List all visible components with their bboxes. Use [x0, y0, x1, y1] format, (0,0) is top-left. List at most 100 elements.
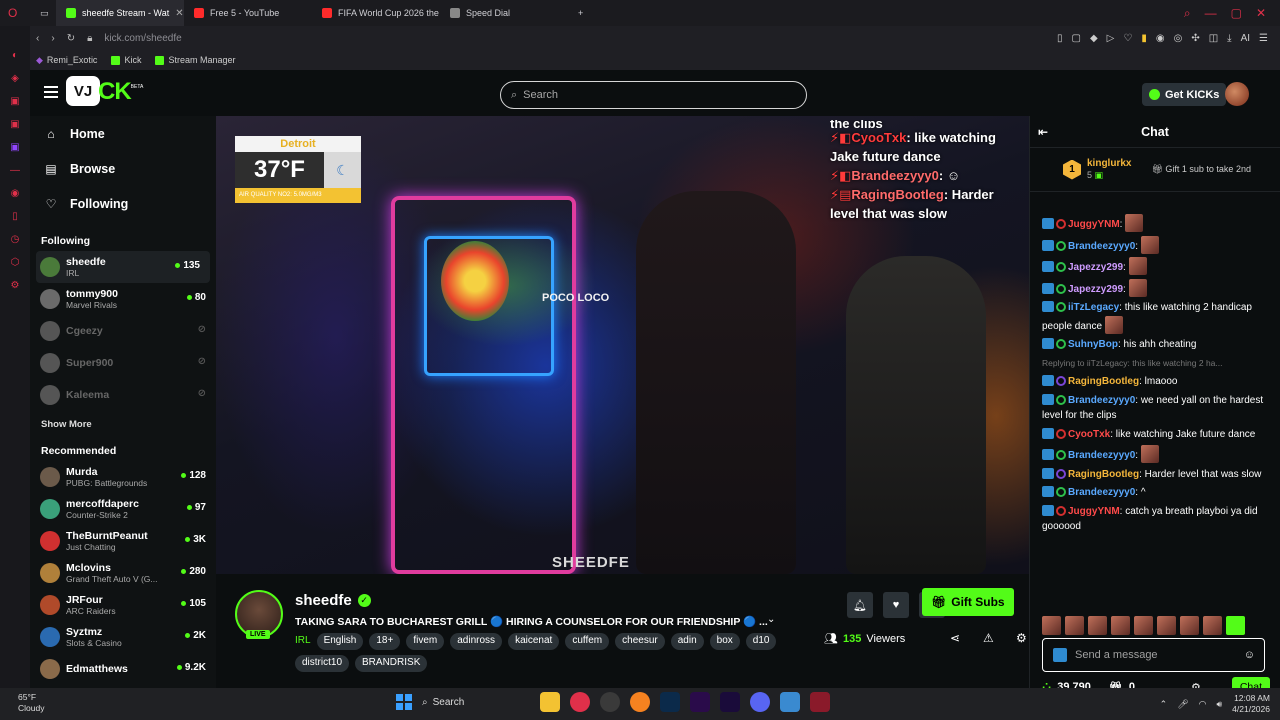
extensions-icon[interactable]: ⬡ [11, 257, 20, 268]
stream-tag[interactable]: kaicenat [508, 633, 560, 650]
report-icon[interactable]: ⚠ [983, 631, 994, 645]
chat-input[interactable]: Send a message ☺ [1042, 638, 1265, 672]
streamer-name[interactable]: sheedfe ✓ [295, 592, 371, 609]
show-more-button[interactable]: Show More [30, 411, 216, 437]
kick-logo[interactable]: VJ CK BETA [66, 76, 143, 106]
weather-widget[interactable]: 65°F Cloudy [18, 692, 44, 714]
history-icon[interactable]: ◷ [11, 234, 20, 245]
stream-tag[interactable]: fivem [406, 633, 445, 650]
chat-username[interactable]: Brandeezyyy0 [1068, 487, 1135, 498]
emote-icon[interactable] [1180, 616, 1199, 635]
menu-icon[interactable] [44, 86, 58, 98]
stream-tag[interactable]: 18+ [369, 633, 401, 650]
collapse-chat-icon[interactable]: ⇤ [1038, 125, 1048, 139]
premiere-icon[interactable] [690, 692, 710, 712]
shield-icon[interactable]: ◆ [1090, 33, 1098, 44]
chat-username[interactable]: RagingBootleg [1068, 376, 1139, 387]
stream-tag[interactable]: district10 [295, 655, 350, 672]
emote-icon[interactable] [1111, 616, 1130, 635]
player-icon[interactable]: ◉ [11, 188, 20, 199]
stream-tag[interactable]: adin [670, 633, 704, 650]
after-effects-icon[interactable] [720, 692, 740, 712]
bag-icon[interactable]: ◈ [11, 73, 19, 84]
forward-icon[interactable]: › [51, 33, 54, 44]
channel-item[interactable]: Mclovins Grand Theft Auto V (G... 280 [30, 557, 216, 589]
emoji-icon[interactable]: ☺ [1244, 649, 1255, 661]
stream-tag[interactable]: cheesur [615, 633, 665, 650]
emote-icon[interactable] [1065, 616, 1084, 635]
nav-browse[interactable]: ▤ Browse [30, 151, 216, 186]
messenger-icon[interactable]: ▣ [10, 96, 19, 107]
chat-username[interactable]: Brandeezyyy0 [1068, 450, 1135, 461]
app-icon[interactable] [780, 692, 800, 712]
heart-icon[interactable]: ♡ [1123, 33, 1132, 44]
channel-item[interactable]: sheedfe IRL 135 [36, 251, 210, 283]
mail-icon[interactable]: ▣ [10, 119, 19, 130]
taskbar-search[interactable]: ⌕ Search [422, 697, 530, 708]
bookmark-remi-exotic[interactable]: ◆ Remi_Exotic [36, 55, 97, 66]
video-player[interactable]: POCO LOCO Detroit 37°F ☾ AIR QUALITY NO2… [216, 116, 1029, 574]
chat-username[interactable]: Japezzy299 [1068, 284, 1123, 295]
wifi-icon[interactable]: ◠ [1199, 699, 1207, 710]
reload-icon[interactable]: ↻ [67, 33, 75, 44]
bookmark-icon[interactable]: ▯ [1057, 33, 1063, 44]
emote-icon[interactable] [1134, 616, 1153, 635]
stream-tag[interactable]: BRANDRISK [355, 655, 428, 672]
close-tab-icon[interactable]: ✕ [175, 8, 183, 19]
new-tab-button[interactable]: + [568, 0, 594, 26]
chat-username[interactable]: Brandeezyyy0 [1068, 395, 1135, 406]
extension-icon[interactable]: ◉ [1156, 33, 1165, 44]
gift-sub-cta[interactable]: 🎁︎ Gift 1 sub to take 2nd [1151, 164, 1251, 175]
minimize-icon[interactable]: — [1205, 6, 1217, 21]
nav-home[interactable]: ⌂ Home [30, 116, 216, 151]
channel-item[interactable]: JRFour ARC Raiders 105 [30, 589, 216, 621]
chevron-up-icon[interactable]: ⌃ [1160, 699, 1168, 710]
notification-button[interactable]: 🔔︎ [847, 592, 873, 618]
emote-icon[interactable] [1226, 616, 1245, 635]
nav-following[interactable]: ♡ Following [30, 186, 216, 221]
stream-tag[interactable]: English [316, 633, 364, 650]
back-icon[interactable]: ‹ [36, 33, 39, 44]
channel-item[interactable]: Super900 ⊘ [30, 347, 216, 379]
emote-icon[interactable] [1088, 616, 1107, 635]
share-icon[interactable]: ⋖ [950, 631, 960, 645]
get-kicks-button[interactable]: Get KICKs [1142, 83, 1227, 106]
chat-username[interactable]: CyooTxk [1068, 429, 1110, 440]
bookmark-kick[interactable]: Kick [111, 55, 141, 65]
discord-icon[interactable] [750, 692, 770, 712]
download-icon[interactable]: ⤓ [1227, 33, 1231, 44]
tab-youtube[interactable]: Free 5 - YouTube [184, 0, 312, 26]
opera-icon[interactable] [570, 692, 590, 712]
url-field[interactable]: kick.com/sheedfe [104, 33, 181, 44]
opera-logo[interactable]: O [0, 0, 30, 26]
speed-dial-icon[interactable]: ◐ [12, 50, 18, 61]
file-explorer-icon[interactable] [540, 692, 560, 712]
mic-icon[interactable]: 🎤︎ [1177, 699, 1188, 710]
channel-item[interactable]: Edmatthews 9.2K [30, 653, 216, 685]
extension-icon[interactable]: ◎ [1174, 33, 1183, 44]
chat-username[interactable]: JuggyYNM [1068, 219, 1120, 230]
channel-item[interactable]: Syztmz Slots & Casino 2K [30, 621, 216, 653]
channel-item[interactable]: Cgeezy ⊘ [30, 315, 216, 347]
user-avatar[interactable] [1225, 82, 1249, 106]
play-icon[interactable]: ▷ [1107, 33, 1115, 44]
chat-username[interactable]: iiTzLegacy [1068, 302, 1119, 313]
channel-item[interactable]: Murda PUBG: Battlegrounds 128 [30, 461, 216, 493]
adobe-icon[interactable] [810, 692, 830, 712]
stream-tag[interactable]: cuffem [565, 633, 610, 650]
chat-username[interactable]: RagingBootleg [1068, 469, 1139, 480]
emote-icon[interactable] [1157, 616, 1176, 635]
search-icon[interactable]: ⌕ [1184, 6, 1191, 21]
emote-icon[interactable] [1203, 616, 1222, 635]
steam-icon[interactable] [600, 692, 620, 712]
puzzle-icon[interactable]: ✣ [1191, 33, 1199, 44]
category-link[interactable]: IRL [295, 633, 311, 650]
aria-ai-button[interactable]: AI [1241, 33, 1250, 44]
wallet-icon[interactable]: ▮ [1141, 33, 1147, 44]
menu-icon[interactable]: ☰ [1259, 33, 1268, 44]
camera-icon[interactable]: ◫ [1209, 33, 1218, 44]
chevron-down-icon[interactable]: ⌄ [767, 614, 775, 625]
volume-icon[interactable]: 🔊︎ [1217, 699, 1223, 710]
start-icon[interactable] [396, 694, 412, 710]
more-icon[interactable]: ⚙ [1016, 631, 1027, 645]
